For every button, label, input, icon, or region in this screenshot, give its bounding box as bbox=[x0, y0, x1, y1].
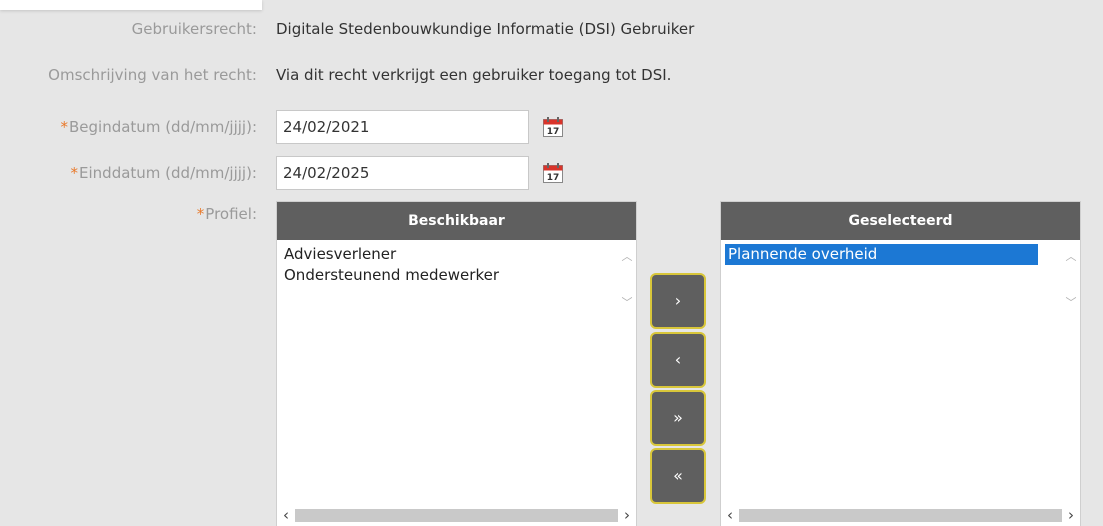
calendar-icon[interactable]: 17 bbox=[542, 162, 564, 184]
list-item[interactable]: Adviesverlener bbox=[281, 244, 616, 265]
scroll-up-icon[interactable]: ︿ bbox=[618, 248, 636, 266]
remove-all-button[interactable]: « bbox=[650, 448, 706, 504]
required-marker: * bbox=[196, 205, 205, 223]
top-panel-edge bbox=[0, 0, 262, 10]
begindatum-label-wrap: *Begindatum (dd/mm/jjjj): bbox=[61, 110, 258, 144]
row-begindatum: *Begindatum (dd/mm/jjjj): 17 bbox=[0, 110, 1103, 144]
row-einddatum: *Einddatum (dd/mm/jjjj): 17 bbox=[0, 156, 1103, 190]
gebruikersrecht-label: Gebruikersrecht: bbox=[131, 20, 257, 38]
scroll-down-icon[interactable]: ﹀ bbox=[618, 294, 636, 312]
begindatum-label: Begindatum (dd/mm/jjjj): bbox=[69, 118, 257, 136]
calendar-day: 17 bbox=[547, 127, 560, 137]
remove-selected-button[interactable]: ‹ bbox=[650, 332, 706, 388]
available-list: Beschikbaar Adviesverlener Ondersteunend… bbox=[276, 201, 637, 526]
gebruikersrecht-value: Digitale Stedenbouwkundige Informatie (D… bbox=[276, 20, 695, 38]
available-list-header: Beschikbaar bbox=[277, 202, 636, 240]
horizontal-scrollbar[interactable]: ‹ › bbox=[277, 504, 636, 526]
einddatum-label-wrap: *Einddatum (dd/mm/jjjj): bbox=[71, 156, 257, 190]
profiel-label: Profiel: bbox=[205, 205, 257, 223]
scrollbar-thumb[interactable] bbox=[295, 509, 618, 522]
required-marker: * bbox=[60, 118, 69, 136]
row-omschrijving: Omschrijving van het recht: Via dit rech… bbox=[0, 60, 1103, 90]
selected-list-items[interactable]: Plannende overheid bbox=[721, 240, 1080, 502]
scroll-up-icon[interactable]: ︿ bbox=[1062, 248, 1080, 266]
required-marker: * bbox=[70, 164, 79, 182]
calendar-day: 17 bbox=[547, 173, 560, 183]
vertical-scrollbar[interactable]: ︿ ﹀ bbox=[618, 244, 636, 322]
scrollbar-thumb[interactable] bbox=[739, 509, 1062, 522]
calendar-icon[interactable]: 17 bbox=[542, 116, 564, 138]
row-gebruikersrecht: Gebruikersrecht: Digitale Stedenbouwkund… bbox=[0, 14, 1103, 44]
list-item[interactable]: Plannende overheid bbox=[725, 244, 1038, 265]
scroll-right-icon[interactable]: › bbox=[1062, 504, 1080, 526]
scroll-left-icon[interactable]: ‹ bbox=[721, 504, 739, 526]
add-selected-button[interactable]: › bbox=[650, 273, 706, 329]
list-item[interactable]: Ondersteunend medewerker bbox=[281, 265, 616, 286]
einddatum-input[interactable] bbox=[276, 156, 529, 190]
vertical-scrollbar[interactable]: ︿ ﹀ bbox=[1062, 244, 1080, 322]
scroll-left-icon[interactable]: ‹ bbox=[277, 504, 295, 526]
horizontal-scrollbar[interactable]: ‹ › bbox=[721, 504, 1080, 526]
omschrijving-label: Omschrijving van het recht: bbox=[48, 66, 257, 84]
omschrijving-value: Via dit recht verkrijgt een gebruiker to… bbox=[276, 66, 672, 84]
scroll-right-icon[interactable]: › bbox=[618, 504, 636, 526]
add-all-button[interactable]: » bbox=[650, 390, 706, 446]
begindatum-input[interactable] bbox=[276, 110, 529, 144]
scroll-down-icon[interactable]: ﹀ bbox=[1062, 294, 1080, 312]
selected-list-header: Geselecteerd bbox=[721, 202, 1080, 240]
available-list-items[interactable]: Adviesverlener Ondersteunend medewerker bbox=[277, 240, 636, 502]
profiel-label-wrap: *Profiel: bbox=[197, 201, 257, 227]
einddatum-label: Einddatum (dd/mm/jjjj): bbox=[79, 164, 257, 182]
selected-list: Geselecteerd Plannende overheid ︿ ﹀ ‹ › bbox=[720, 201, 1081, 526]
